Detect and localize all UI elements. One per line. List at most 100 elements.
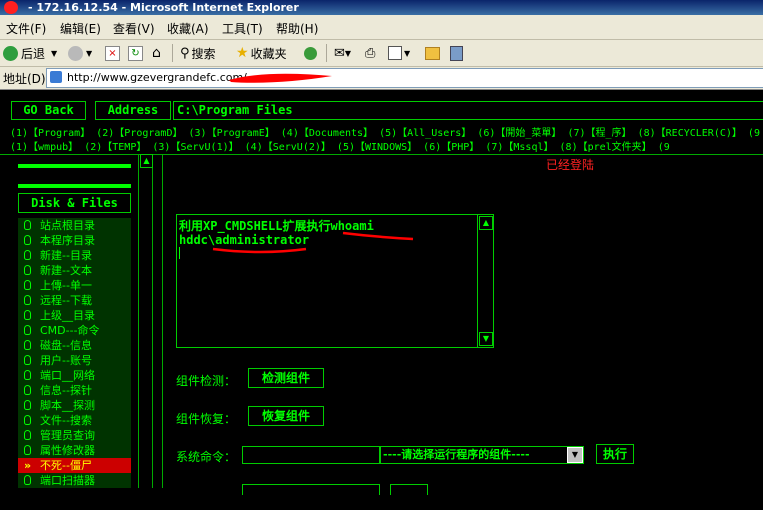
address-url: http://www.gzevergrandefc.com/ (67, 71, 247, 84)
login-status: 已经登陆 (546, 158, 595, 172)
search-button[interactable]: ⚲ 搜索 (180, 44, 216, 62)
path-link[interactable]: (5)【WINDOWS】 (337, 142, 417, 153)
path-link[interactable]: (2)【TEMP】 (84, 142, 146, 153)
command-output-area[interactable]: 利用XP_CMDSHELL扩展执行whoami hddc\administrat… (176, 214, 494, 348)
path-link[interactable]: (9 (748, 128, 760, 139)
address-bar: 地址(D) http://www.gzevergrandefc.com/ (0, 67, 763, 90)
path-link[interactable]: (1)【wmpub】 (10, 142, 78, 153)
chevron-down-icon: ▼ (51, 48, 58, 58)
path-link[interactable]: (7)【Mssql】 (485, 142, 553, 153)
sidebar-item-label: 脚本__探测 (40, 399, 95, 412)
current-path: C:\Program Files (177, 103, 293, 117)
mouse-icon (24, 400, 31, 410)
menu-file[interactable]: 文件(F) (6, 20, 46, 37)
refresh-button[interactable]: ↻ (128, 44, 143, 62)
sidebar-item[interactable]: 端口__网络 (18, 368, 131, 384)
sidebar-item[interactable]: 端口扫描器 (18, 473, 131, 489)
search-icon: ⚲ (180, 45, 190, 61)
sidebar-item-label: 属性修改器 (40, 444, 95, 457)
sidebar-bar (18, 164, 131, 168)
stop-icon: × (105, 45, 120, 61)
next-row-input[interactable] (242, 484, 380, 495)
sidebar-item[interactable]: 属性修改器 (18, 443, 131, 459)
path-links-row-1: (1)【Program】 (2)【ProgramD】 (3)【ProgramE】… (10, 124, 760, 139)
address-input[interactable]: http://www.gzevergrandefc.com/ (46, 68, 763, 88)
output-scrollbar[interactable]: ▲ ▼ (477, 215, 493, 347)
path-link[interactable]: (6)【PHP】 (423, 142, 479, 153)
path-link[interactable]: (4)【ServU(2)】 (245, 142, 331, 153)
annotation-underline (212, 247, 307, 254)
mouse-icon (24, 415, 31, 425)
sidebar-item-label: 文件--搜索 (40, 414, 92, 427)
discuss-button[interactable] (425, 44, 440, 62)
forward-arrow-icon (68, 45, 83, 61)
scroll-up-arrow-icon[interactable]: ▲ (140, 154, 153, 168)
mouse-icon (24, 355, 31, 365)
edit-icon (388, 46, 402, 60)
sidebar-item[interactable]: 站点根目录 (18, 218, 131, 234)
path-links-row-2: (1)【wmpub】 (2)【TEMP】 (3)【ServU(1)】 (4)【S… (10, 138, 670, 153)
sidebar-item[interactable]: 磁盘--信息 (18, 338, 131, 354)
path-link[interactable]: (8)【prel文件夹】 (560, 142, 652, 153)
scroll-up-arrow-icon[interactable]: ▲ (479, 216, 493, 230)
sidebar-item[interactable]: 上级__目录 (18, 308, 131, 324)
scroll-down-arrow-icon[interactable]: ▼ (479, 332, 493, 346)
mouse-icon (24, 325, 31, 335)
sidebar-item-label: 上傳--单一 (40, 279, 92, 292)
sidebar-item[interactable]: 远程--下载 (18, 293, 131, 309)
restore-components-button[interactable]: 恢复组件 (248, 406, 324, 426)
sidebar-item[interactable]: 新建--文本 (18, 263, 131, 279)
title-bar: - 172.16.12.54 - Microsoft Internet Expl… (0, 0, 763, 15)
menu-tools[interactable]: 工具(T) (222, 20, 263, 37)
component-select[interactable]: ----请选择运行程序的组件---- ▼ (380, 446, 584, 464)
stop-button[interactable]: × (105, 44, 120, 62)
sidebar-item[interactable]: 管理员查询 (18, 428, 131, 444)
media-button[interactable] (304, 44, 320, 62)
sidebar-menu: 站点根目录 本程序目录 新建--目录 新建--文本 上傳--单一 远程--下载 上级__目录… (18, 218, 131, 510)
edit-button[interactable]: ▼ (388, 44, 410, 62)
detect-components-button[interactable]: 检测组件 (248, 368, 324, 388)
system-command-input[interactable] (242, 446, 380, 464)
sidebar-item[interactable]: CMD---命令 (18, 323, 131, 339)
favorites-button[interactable]: ★ 收藏夹 (236, 44, 287, 62)
mouse-icon (24, 385, 31, 395)
sidebar-item[interactable]: 信息--探针 (18, 383, 131, 399)
print-button[interactable]: ⎙ (365, 44, 375, 62)
mouse-icon (24, 220, 31, 230)
menu-edit[interactable]: 编辑(E) (60, 20, 101, 37)
back-button[interactable]: 后退 ▼ (3, 44, 57, 62)
sidebar-item[interactable]: 脚本__探测 (18, 398, 131, 414)
menu-favorites[interactable]: 收藏(A) (167, 20, 209, 37)
path-link[interactable]: (9 (658, 142, 670, 153)
home-button[interactable]: ⌂ (152, 44, 161, 62)
sidebar-item[interactable]: » 不死--僵尸 (18, 458, 131, 474)
sidebar-item-label: 新建--目录 (40, 249, 92, 262)
path-field[interactable]: C:\Program Files (173, 101, 763, 120)
sidebar-item[interactable]: 新建--目录 (18, 248, 131, 264)
sidebar-item[interactable]: 文件--搜索 (18, 413, 131, 429)
sidebar-scrollbar[interactable]: ▲ (138, 154, 153, 488)
back-label: 后退 (21, 46, 46, 61)
next-row-button[interactable] (390, 484, 428, 495)
sidebar-item[interactable]: 上傳--单一 (18, 278, 131, 294)
execute-button[interactable]: 执行 (596, 444, 634, 464)
mouse-icon (24, 430, 31, 440)
forward-button[interactable]: ▼ (68, 44, 92, 62)
messenger-button[interactable] (450, 44, 463, 62)
sidebar-item-label: 用户--账号 (40, 354, 92, 367)
menu-help[interactable]: 帮助(H) (276, 20, 318, 37)
go-back-button[interactable]: GO Back (11, 101, 86, 120)
menu-view[interactable]: 查看(V) (113, 20, 155, 37)
sidebar-item[interactable]: 本程序目录 (18, 233, 131, 249)
sidebar-item-label: 端口扫描器 (40, 474, 95, 487)
disk-files-header[interactable]: Disk & Files (18, 193, 131, 213)
toolbar-divider (172, 44, 173, 62)
sidebar-item-label: 上级__目录 (40, 309, 95, 322)
address-button[interactable]: Address (95, 101, 171, 120)
favorites-label: 收藏夹 (250, 46, 287, 61)
mail-button[interactable]: ✉ ▼ (334, 44, 351, 62)
menu-bar: 文件(F) 编辑(E) 查看(V) 收藏(A) 工具(T) 帮助(H) (0, 15, 763, 40)
path-link[interactable]: (3)【ServU(1)】 (152, 142, 238, 153)
sidebar-item[interactable]: 用户--账号 (18, 353, 131, 369)
sidebar-item-label: 管理员查询 (40, 429, 95, 442)
